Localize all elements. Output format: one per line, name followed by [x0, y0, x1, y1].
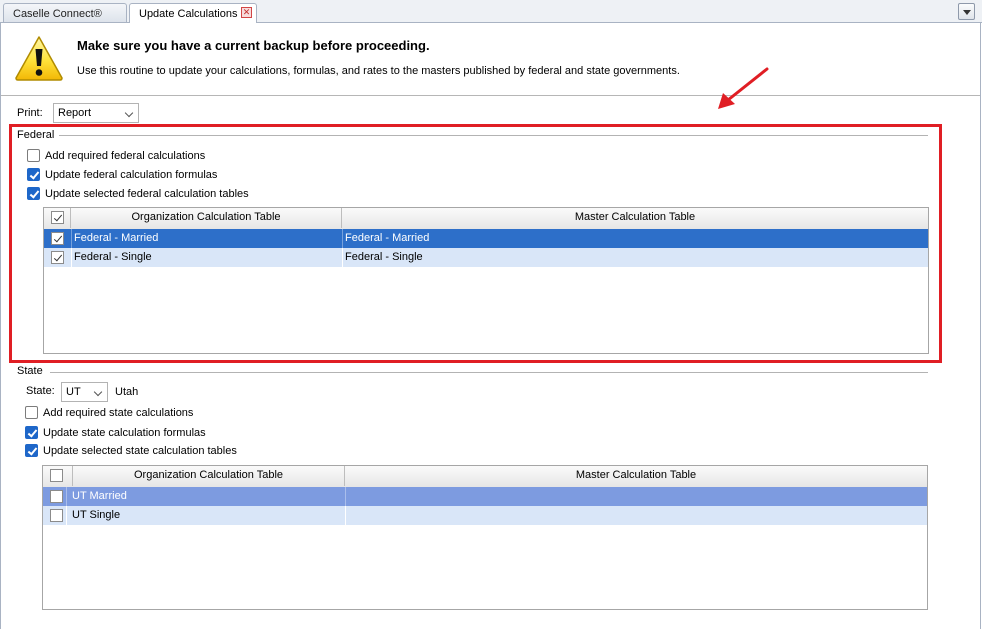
table-row[interactable]: UT Married [43, 487, 927, 506]
warning-icon [15, 36, 63, 81]
state-group-title: State [17, 365, 43, 377]
tab-caselle-connect[interactable]: Caselle Connect® [3, 3, 127, 22]
header-checkbox-cell [43, 466, 73, 486]
chevron-down-icon [93, 387, 103, 397]
state-select[interactable]: UT [61, 382, 108, 402]
state-name: Utah [115, 386, 139, 398]
tab-update-calculations[interactable]: Update Calculations ✕ [129, 3, 257, 23]
chevron-down-icon[interactable] [958, 3, 975, 20]
row-checkbox[interactable] [50, 490, 63, 503]
column-header-master[interactable]: Master Calculation Table [345, 466, 927, 486]
table-header: Organization Calculation Table Master Ca… [43, 466, 927, 488]
page-description: Use this routine to update your calculat… [77, 65, 680, 77]
row-org-cell: UT Single [72, 509, 121, 521]
state-group-line [50, 372, 928, 373]
state-label: State: [26, 385, 55, 397]
state-option-label: Update state calculation formulas [43, 427, 206, 439]
window-border-right [980, 22, 981, 629]
tab-label: Caselle Connect® [13, 8, 102, 20]
state-option-add-required[interactable]: Add required state calculations [25, 405, 325, 421]
red-arrow-annotation [718, 67, 769, 109]
state-option-checkbox[interactable] [25, 426, 38, 439]
print-select[interactable]: Report [53, 103, 139, 123]
window-border-left [0, 22, 1, 629]
state-table: Organization Calculation Table Master Ca… [42, 465, 928, 610]
close-x-icon[interactable]: ✕ [241, 7, 252, 18]
highlight-box [9, 124, 942, 363]
print-select-value: Report [58, 107, 92, 119]
state-option-checkbox[interactable] [25, 444, 38, 457]
page-title: Make sure you have a current backup befo… [77, 38, 430, 53]
select-all-checkbox[interactable] [50, 469, 63, 482]
state-option-label: Add required state calculations [43, 407, 194, 419]
state-select-value: UT [66, 386, 81, 398]
row-org-cell: UT Married [72, 490, 127, 502]
header-divider [1, 95, 980, 96]
state-option-update-tables[interactable]: Update selected state calculation tables [25, 443, 325, 459]
chevron-down-icon [124, 108, 134, 118]
state-option-label: Update selected state calculation tables [43, 445, 237, 457]
row-checkbox[interactable] [50, 509, 63, 522]
table-row[interactable]: UT Single [43, 506, 927, 525]
column-header-org[interactable]: Organization Calculation Table [73, 466, 345, 486]
state-option-update-formulas[interactable]: Update state calculation formulas [25, 425, 325, 441]
state-option-checkbox[interactable] [25, 406, 38, 419]
print-label: Print: [17, 107, 43, 119]
tab-label: Update Calculations [139, 8, 238, 20]
